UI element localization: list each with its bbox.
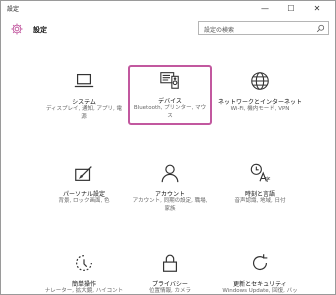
tile-desc: ディスプレイ, 通知, アプリ, 電源 bbox=[45, 106, 123, 120]
tile-desc: 位置情報, カメラ bbox=[149, 288, 191, 294]
tile-personalization[interactable]: パーソナル設定 背景, ロック画面, 色 bbox=[42, 158, 126, 218]
tile-devices[interactable]: デバイス Bluetooth, プリンター, マウス bbox=[128, 65, 212, 125]
page-title: 設定 bbox=[33, 26, 47, 34]
tile-update-security[interactable]: 更新とセキュリティ Windows Update, 回復, バックアップ bbox=[218, 248, 302, 294]
lock-icon bbox=[162, 254, 178, 272]
personalization-icon bbox=[75, 166, 92, 181]
laptop-icon bbox=[74, 73, 94, 88]
tile-accounts[interactable]: アカウント アカウント, 同期の設定, 職場, 家族 bbox=[128, 158, 212, 218]
title-bar: 設定 — ☐ ✕ bbox=[1, 1, 335, 17]
tile-desc: Wi-Fi, 機内モード, VPN bbox=[230, 106, 290, 112]
settings-window: 設定 — ☐ ✕ 設定 設定の検索 システム ディスプレイ, 通知, アプリ, … bbox=[0, 0, 336, 295]
time-language-icon: 字 bbox=[250, 163, 271, 183]
tile-desc: Windows Update, 回復, バックアップ bbox=[222, 288, 298, 294]
maximize-button[interactable]: ☐ bbox=[278, 1, 304, 17]
tile-desc: ナレーター, 拡大鏡, ハイコントラスト bbox=[44, 288, 124, 294]
devices-icon bbox=[160, 72, 179, 89]
tile-desc: 音声認識, 地域, 日付 bbox=[234, 198, 286, 204]
ease-of-access-icon bbox=[76, 255, 92, 271]
person-icon bbox=[161, 164, 179, 183]
search-placeholder: 設定の検索 bbox=[204, 27, 235, 34]
window-title: 設定 bbox=[7, 6, 20, 13]
close-button[interactable]: ✕ bbox=[304, 1, 330, 17]
tile-desc: 背景, ロック画面, 色 bbox=[58, 198, 110, 204]
tile-time-language[interactable]: 字 時刻と言語 音声認識, 地域, 日付 bbox=[218, 158, 302, 218]
svg-text:字: 字 bbox=[265, 175, 271, 183]
search-input[interactable]: 設定の検索 bbox=[198, 21, 329, 35]
refresh-icon bbox=[252, 254, 268, 271]
tile-network[interactable]: ネットワークとインターネット Wi-Fi, 機内モード, VPN bbox=[218, 66, 302, 126]
tile-ease-of-access[interactable]: 簡単操作 ナレーター, 拡大鏡, ハイコントラスト bbox=[42, 248, 126, 294]
tile-desc: アカウント, 同期の設定, 職場, 家族 bbox=[132, 198, 208, 212]
tile-system[interactable]: システム ディスプレイ, 通知, アプリ, 電源 bbox=[42, 66, 126, 126]
globe-icon bbox=[251, 72, 269, 90]
search-icon[interactable] bbox=[316, 24, 325, 33]
tile-privacy[interactable]: プライバシー 位置情報, カメラ bbox=[128, 248, 212, 294]
tile-desc: Bluetooth, プリンター, マウス bbox=[133, 105, 207, 119]
minimize-button[interactable]: — bbox=[252, 1, 278, 17]
gear-icon bbox=[11, 23, 23, 35]
